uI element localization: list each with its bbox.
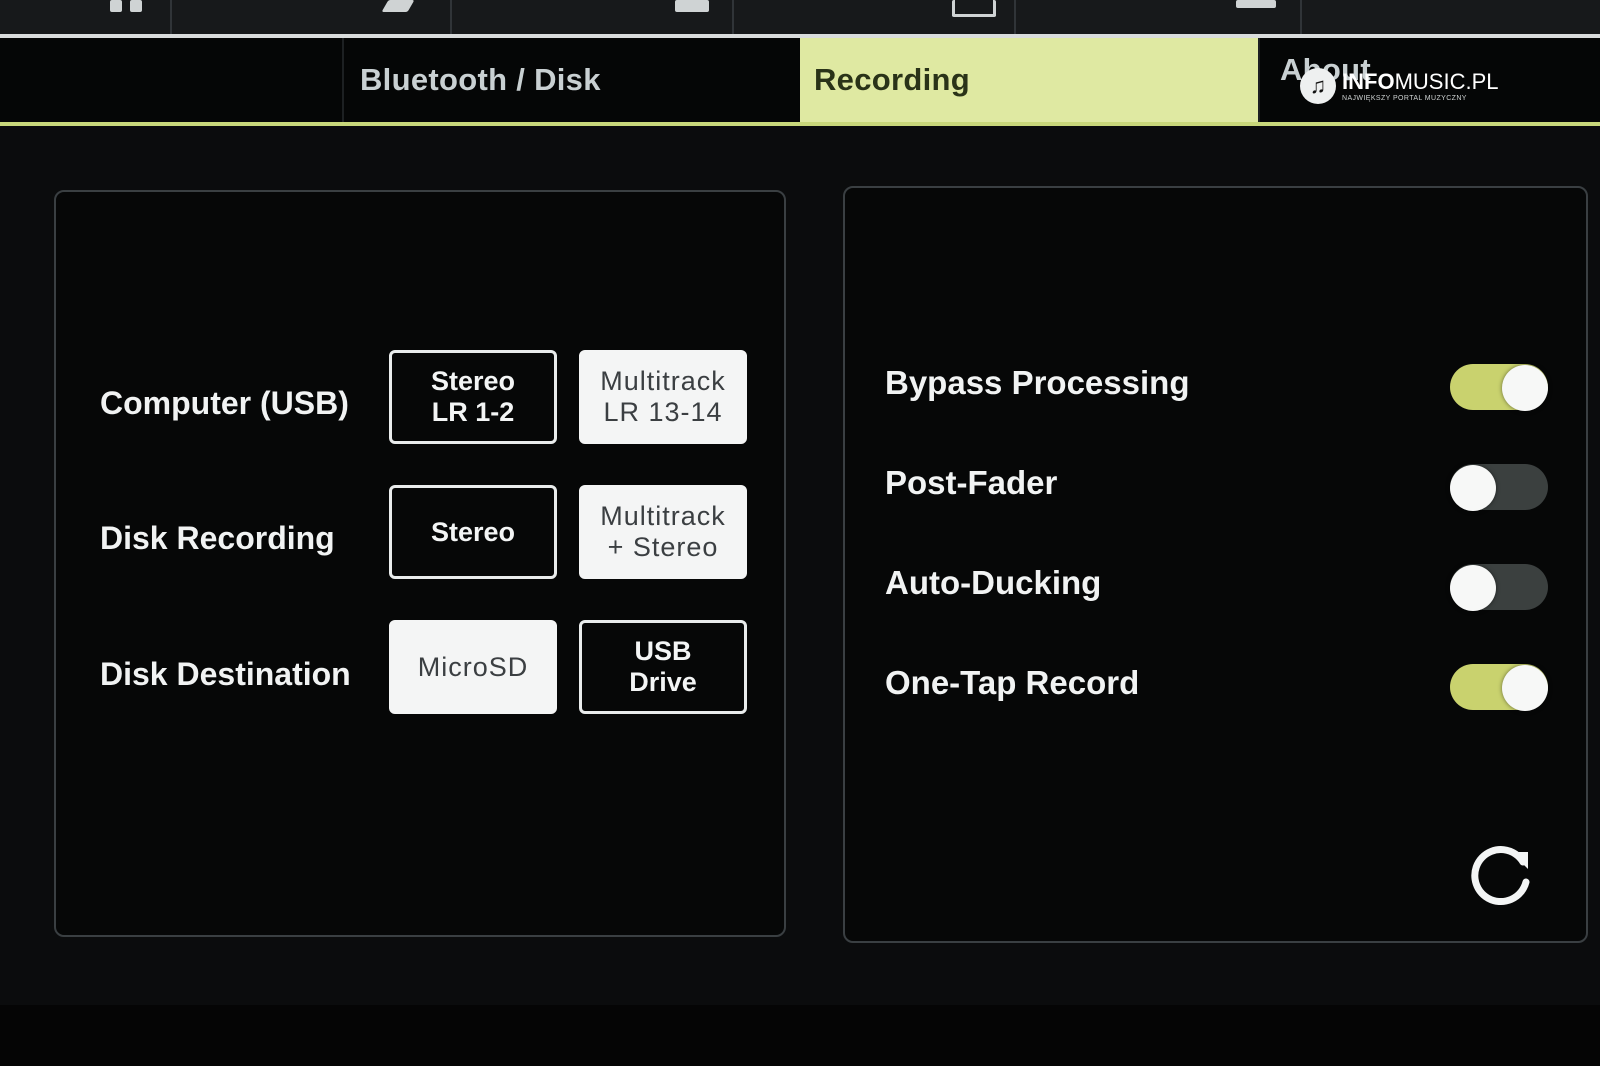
sparkle-icon — [675, 0, 709, 12]
option-button[interactable]: USB Drive — [579, 620, 747, 714]
watermark-tagline: NAJWIĘKSZY PORTAL MUZYCZNY — [1342, 94, 1467, 102]
toggle-switch[interactable] — [1450, 364, 1548, 411]
toggle-switch[interactable] — [1450, 464, 1548, 511]
option-button-line: Multitrack — [600, 366, 726, 396]
pause-icon — [110, 0, 122, 12]
top-toolbar — [0, 0, 1600, 38]
toolbar-button-6[interactable] — [1300, 0, 1600, 34]
watermark: ♫ INFOMUSIC.PL NAJWIĘKSZY PORTAL MUZYCZN… — [1300, 62, 1498, 110]
refresh-icon[interactable] — [1466, 838, 1536, 908]
tab-label: Recording — [814, 62, 970, 97]
folder-icon — [952, 0, 996, 17]
toggle-label: Auto-Ducking — [885, 564, 1102, 601]
toggle-switch[interactable] — [1450, 664, 1548, 711]
option-row-label: Computer (USB) — [100, 385, 349, 421]
option-button-line: USB — [634, 636, 692, 666]
tab-bluetooth-disk[interactable]: Bluetooth / Disk — [342, 38, 800, 122]
option-button-line: Drive — [629, 667, 697, 697]
option-button-line: Stereo — [430, 516, 516, 547]
option-button-line: LR 13-14 — [603, 397, 723, 427]
toggle-knob — [1450, 465, 1496, 511]
option-button-line: + Stereo — [607, 532, 719, 562]
toolbar-button-2[interactable] — [170, 0, 452, 34]
option-button-line: LR 1-2 — [431, 397, 515, 427]
toggle-label: Post-Fader — [885, 464, 1058, 501]
toolbar-button-4[interactable] — [732, 0, 1016, 34]
option-button[interactable]: Stereo LR 1-2 — [389, 350, 557, 444]
toggle-switch[interactable] — [1450, 564, 1548, 611]
tab-recording[interactable]: Recording — [800, 38, 1258, 122]
toggle-label: Bypass Processing — [885, 364, 1190, 401]
option-button[interactable]: MicroSD — [389, 620, 557, 714]
option-row-label: Disk Recording — [100, 520, 335, 556]
option-row-label: Disk Destination — [100, 656, 351, 692]
infomusic-logo-icon: ♫ — [1300, 68, 1336, 104]
watermark-brand: INFOMUSIC.PL — [1342, 68, 1499, 94]
bookmark-icon — [1236, 0, 1276, 8]
toggle-knob — [1502, 665, 1548, 711]
bottom-bezel — [0, 1005, 1600, 1066]
option-button-line: Stereo — [430, 366, 516, 396]
option-button[interactable]: Multitrack + Stereo — [579, 485, 747, 579]
option-button[interactable]: Stereo — [389, 485, 557, 579]
option-button-line: MicroSD — [417, 651, 529, 682]
pause-icon-bar — [130, 0, 142, 12]
toolbar-button-5[interactable] — [1014, 0, 1302, 34]
option-button[interactable]: Multitrack LR 13-14 — [579, 350, 747, 444]
toolbar-button-1[interactable] — [0, 0, 172, 34]
toolbar-button-3[interactable] — [450, 0, 734, 34]
tab-label: Bluetooth / Disk — [360, 62, 601, 97]
pencil-icon — [381, 0, 415, 12]
toggle-knob — [1502, 365, 1548, 411]
option-button-line: Multitrack — [600, 501, 726, 531]
toggle-knob — [1450, 565, 1496, 611]
toggle-label: One-Tap Record — [885, 664, 1140, 701]
